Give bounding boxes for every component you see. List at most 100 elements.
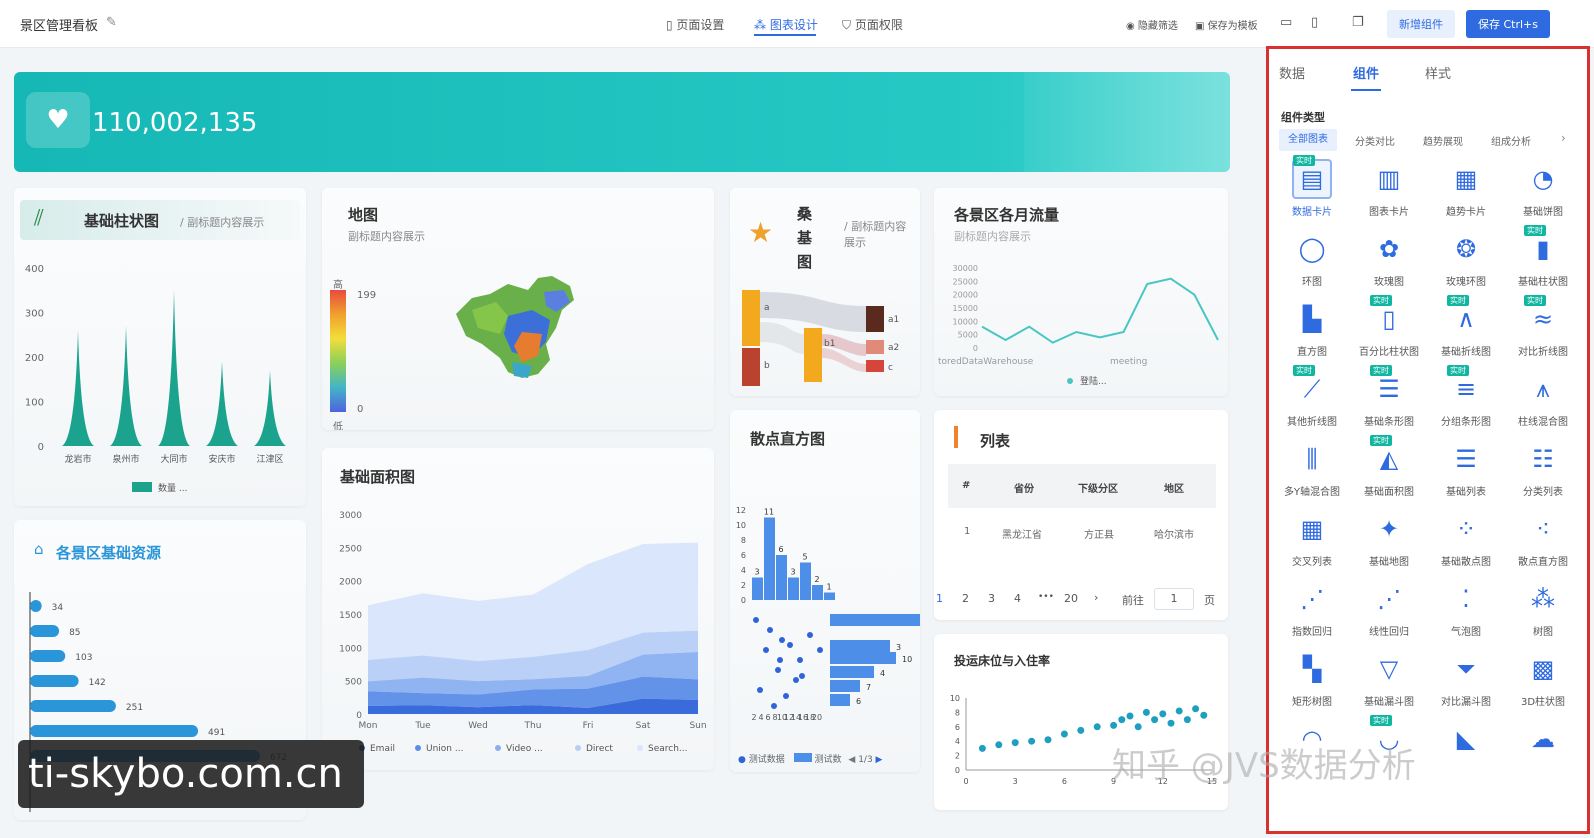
component-item[interactable]: ❂ 玫瑰环图 bbox=[1427, 225, 1505, 297]
save-template-button[interactable]: ▣ 保存为模板 bbox=[1195, 17, 1258, 32]
copy-icon[interactable]: ❐ bbox=[1352, 15, 1364, 30]
component-item[interactable]: ☰ 实时 基础条形图 bbox=[1350, 365, 1428, 437]
page-input[interactable]: 1 bbox=[1154, 588, 1194, 610]
component-item[interactable]: ⟋ 实时 其他折线图 bbox=[1273, 365, 1351, 437]
realtime-badge: 实时 bbox=[1293, 365, 1315, 376]
data-label: 1 bbox=[826, 583, 831, 592]
scatter-point bbox=[1118, 716, 1126, 724]
component-item[interactable]: ▮ 实时 基础柱状图 bbox=[1504, 225, 1582, 297]
panel-tab-component[interactable]: 组件 bbox=[1353, 63, 1379, 82]
component-item[interactable]: ∧ 实时 基础折线图 bbox=[1427, 295, 1505, 367]
page-2[interactable]: 2 bbox=[962, 592, 969, 605]
prev-page-icon[interactable]: ◀ bbox=[848, 755, 855, 765]
filter-all[interactable]: 全部图表 bbox=[1279, 129, 1337, 151]
edit-title-icon[interactable]: ✎ bbox=[106, 15, 117, 30]
area-chart-card[interactable]: 基础面积图 0 500 1000 1500 2000 2500 3000 Mon Tue Wed T… bbox=[322, 448, 714, 770]
y-tick-label: 0 bbox=[38, 442, 44, 453]
component-item[interactable]: ◔ 基础饼图 bbox=[1504, 155, 1582, 227]
hide-filter-button[interactable]: ◉ 隐藏筛选 bbox=[1126, 17, 1178, 32]
component-label: 交叉列表 bbox=[1292, 557, 1332, 568]
component-item[interactable]: ☰ 基础列表 bbox=[1427, 435, 1505, 507]
legend-label: Union ... bbox=[426, 744, 463, 754]
component-item[interactable]: ≈ 实时 对比折线图 bbox=[1504, 295, 1582, 367]
component-item[interactable]: ⋰ 线性回归 bbox=[1350, 575, 1428, 647]
scatter-point bbox=[807, 632, 813, 638]
map-card[interactable]: 地图 副标题内容展示 高 199 0 低 bbox=[322, 188, 714, 430]
component-item[interactable]: ▩ 3D柱状图 bbox=[1504, 645, 1582, 717]
component-panel: 数据 组件 样式 组件类型 全部图表 分类对比 趋势展现 组成分析 › ▤ 实时数… bbox=[1266, 46, 1590, 834]
component-item[interactable]: ▚ 矩形树图 bbox=[1273, 645, 1351, 717]
map-color-scale bbox=[330, 290, 346, 412]
list-card[interactable]: 列表 # 省份 下级分区 地区 1 黑龙江省 方正县 哈尔滨市 1 2 3 4 … bbox=[934, 410, 1228, 620]
desktop-view-icon[interactable]: ▭ bbox=[1280, 15, 1292, 30]
component-item[interactable]: ▽ 基础漏斗图 bbox=[1350, 645, 1428, 717]
add-component-button[interactable]: 新增组件 bbox=[1387, 10, 1455, 38]
tab-page-permission[interactable]: ⛉ 页面权限 bbox=[842, 16, 903, 33]
top-bar: 景区管理看板 ✎ ▯ 页面设置 ⁂ 图表设计 ⛉ 页面权限 ◉ 隐藏筛选 ▣ 保… bbox=[0, 0, 1594, 48]
bar bbox=[206, 361, 238, 446]
scatter-hist-title: 散点直方图 bbox=[750, 430, 826, 448]
mobile-view-icon[interactable]: ▯ bbox=[1311, 15, 1318, 30]
data-label: 103 bbox=[75, 653, 92, 663]
sankey-card[interactable]: ★ 桑基图 / 副标题内容展示 a b b1 a1 a2 c bbox=[730, 188, 920, 396]
scatter-icon: ⁘ bbox=[1455, 515, 1477, 543]
component-item[interactable]: ✦ 基础地图 bbox=[1350, 505, 1428, 577]
component-item[interactable]: ⁖ 散点直方图 bbox=[1504, 505, 1582, 577]
page-3[interactable]: 3 bbox=[988, 592, 995, 605]
tab-page-settings[interactable]: ▯ 页面设置 bbox=[666, 16, 724, 33]
component-label: 基础漏斗图 bbox=[1364, 697, 1414, 708]
component-item[interactable]: ⋰ 指数回归 bbox=[1273, 575, 1351, 647]
page-4[interactable]: 4 bbox=[1014, 592, 1021, 605]
page-1[interactable]: 1 bbox=[936, 592, 943, 605]
flow-card[interactable]: 各景区各月流量 副标题内容展示 0 5000 10000 15000 20000 2500… bbox=[934, 188, 1228, 396]
next-page-icon[interactable]: ▶ bbox=[876, 755, 883, 765]
x-tick-label: Tue bbox=[414, 721, 431, 731]
component-item[interactable]: ⫼ 多Y轴混合图 bbox=[1273, 435, 1351, 507]
filter-more-icon[interactable]: › bbox=[1561, 131, 1566, 145]
panel-tab-data[interactable]: 数据 bbox=[1279, 63, 1305, 82]
scatter-point bbox=[775, 667, 781, 673]
data-label: 3 bbox=[896, 643, 901, 652]
save-button[interactable]: 保存 Ctrl+s bbox=[1466, 10, 1550, 38]
component-item[interactable]: ⁘ 基础散点图 bbox=[1427, 505, 1505, 577]
filter-compare[interactable]: 分类对比 bbox=[1355, 133, 1395, 148]
scatter-hist-card[interactable]: 散点直方图 0246810123116352113104762468101214… bbox=[730, 410, 920, 772]
next-page-chevron-icon[interactable]: › bbox=[1094, 591, 1098, 604]
map-scale-max: 199 bbox=[357, 290, 377, 301]
filter-composition[interactable]: 组成分析 bbox=[1491, 133, 1531, 148]
component-item[interactable]: ▦ 交叉列表 bbox=[1273, 505, 1351, 577]
component-item[interactable]: ⏷ 对比漏斗图 bbox=[1427, 645, 1505, 717]
component-item[interactable]: ▦ 趋势卡片 bbox=[1427, 155, 1505, 227]
component-item[interactable]: ⁚ 气泡图 bbox=[1427, 575, 1505, 647]
component-item[interactable]: ⁂ 树图 bbox=[1504, 575, 1582, 647]
tab-label: 页面权限 bbox=[854, 18, 903, 32]
bar-chart-card[interactable]: ⫽ 基础柱状图 / 副标题内容展示 0 100 200 300 400 龙岩市 泉州市 大同市… bbox=[14, 188, 306, 506]
data-card-banner[interactable]: ♥ 110,002,135 bbox=[14, 72, 1230, 172]
component-item[interactable]: ▯ 实时 百分比柱状图 bbox=[1350, 295, 1428, 367]
panel-tab-style[interactable]: 样式 bbox=[1425, 63, 1451, 82]
component-item[interactable]: ≡ 实时 分组条形图 bbox=[1427, 365, 1505, 437]
scatter-point bbox=[1028, 737, 1036, 745]
component-item[interactable]: ⩚ 柱线混合图 bbox=[1504, 365, 1582, 437]
component-item[interactable]: ◭ 实时 基础面积图 bbox=[1350, 435, 1428, 507]
occupancy-card-title: 投运床位与入住率 bbox=[954, 654, 1051, 668]
legend-label: Search... bbox=[648, 744, 688, 754]
histogram-icon: ▙ bbox=[1302, 305, 1322, 333]
filter-trend[interactable]: 趋势展现 bbox=[1423, 133, 1463, 148]
component-item[interactable]: ✿ 玫瑰图 bbox=[1350, 225, 1428, 297]
page-ellipsis[interactable]: ••• bbox=[1038, 592, 1054, 602]
component-item[interactable]: ▤ 实时 数据卡片 bbox=[1273, 155, 1351, 227]
scatter-point bbox=[1151, 716, 1159, 724]
component-item[interactable]: ☁ bbox=[1504, 715, 1582, 787]
component-item[interactable]: ▥ 图表卡片 bbox=[1350, 155, 1428, 227]
realtime-badge: 实时 bbox=[1370, 365, 1392, 376]
component-item[interactable]: ▙ 直方图 bbox=[1273, 295, 1351, 367]
table-row[interactable]: 1 黑龙江省 方正县 哈尔滨市 bbox=[948, 518, 1216, 548]
page-20[interactable]: 20 bbox=[1064, 592, 1078, 605]
component-item[interactable]: ◯ 环图 bbox=[1273, 225, 1351, 297]
cell-index: 1 bbox=[964, 526, 971, 537]
component-item[interactable]: ☷ 分类列表 bbox=[1504, 435, 1582, 507]
scatter-point bbox=[1044, 736, 1052, 744]
tab-chart-design[interactable]: ⁂ 图表设计 bbox=[754, 16, 818, 33]
component-item[interactable]: ◣ bbox=[1427, 715, 1505, 787]
